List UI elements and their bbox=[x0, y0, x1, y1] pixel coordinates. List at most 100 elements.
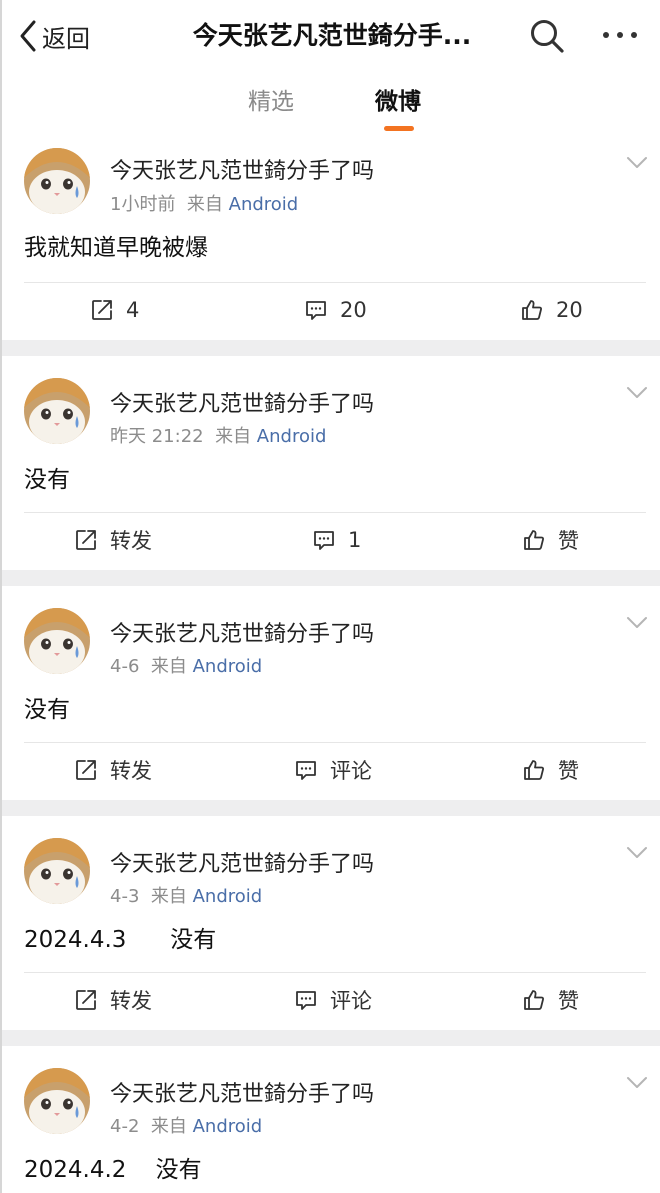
cat-avatar-icon bbox=[24, 1068, 90, 1134]
post-separator bbox=[2, 1030, 660, 1046]
post-time: 昨天 21:22 bbox=[110, 426, 204, 447]
post-meta: 4-3 来自 Android bbox=[110, 882, 262, 908]
chevron-down-icon[interactable] bbox=[626, 156, 648, 170]
repost-icon bbox=[92, 300, 112, 320]
post-text: 没有 bbox=[24, 697, 70, 723]
avatar[interactable] bbox=[24, 1068, 90, 1134]
thumbs-up-icon bbox=[524, 760, 544, 780]
like-label: 20 bbox=[556, 298, 583, 322]
comment-icon bbox=[306, 301, 326, 320]
comment-button[interactable]: 20 bbox=[304, 292, 367, 328]
post-source-prefix: 来自 bbox=[150, 1116, 187, 1137]
post-divider bbox=[24, 972, 646, 973]
post-username[interactable]: 今天张艺凡范世錡分手了吗 bbox=[110, 386, 374, 418]
post-divider bbox=[24, 282, 646, 283]
comment-icon bbox=[296, 991, 316, 1010]
back-button[interactable]: 返回 bbox=[18, 18, 90, 54]
post-separator bbox=[2, 800, 660, 816]
post-username[interactable]: 今天张艺凡范世錡分手了吗 bbox=[110, 1076, 374, 1108]
post-separator bbox=[2, 570, 660, 586]
comment-label: 评论 bbox=[330, 989, 372, 1013]
post-source-prefix: 来自 bbox=[150, 656, 187, 677]
post-source-link[interactable]: Android bbox=[193, 1116, 263, 1137]
post-time: 1小时前 bbox=[110, 194, 176, 215]
post-divider bbox=[24, 512, 646, 513]
comment-label: 20 bbox=[340, 298, 367, 322]
avatar[interactable] bbox=[24, 608, 90, 674]
comment-button[interactable]: 1 bbox=[312, 522, 361, 558]
thumbs-up-icon bbox=[524, 990, 544, 1010]
comment-icon bbox=[314, 531, 334, 550]
post-card[interactable]: 今天张艺凡范世錡分手了吗 4-2 来自 Android 2024.4.2 没有 bbox=[2, 1046, 660, 1193]
thumbs-up-icon bbox=[522, 300, 542, 320]
post-card[interactable]: 今天张艺凡范世錡分手了吗 4-3 来自 Android 2024.4.3 没有 … bbox=[2, 816, 660, 1030]
post-time: 4-3 bbox=[110, 886, 140, 907]
post-source-link[interactable]: Android bbox=[193, 886, 263, 907]
post-meta: 昨天 21:22 来自 Android bbox=[110, 422, 326, 448]
chevron-down-icon[interactable] bbox=[626, 616, 648, 630]
cat-avatar-icon bbox=[24, 838, 90, 904]
repost-icon bbox=[76, 760, 96, 780]
back-label: 返回 bbox=[42, 24, 90, 53]
like-button[interactable]: 赞 bbox=[522, 522, 579, 558]
post-separator bbox=[2, 340, 660, 356]
repost-label: 转发 bbox=[110, 989, 152, 1013]
post-time: 4-6 bbox=[110, 656, 140, 677]
weibo-search-page: 返回 今天张艺凡范世錡分手... 精选 微博 今天张艺凡范世錡分手了吗 1小时前… bbox=[0, 0, 660, 1193]
chevron-left-icon bbox=[20, 20, 36, 52]
post-source-link[interactable]: Android bbox=[257, 426, 327, 447]
post-username[interactable]: 今天张艺凡范世錡分手了吗 bbox=[110, 153, 374, 185]
repost-button[interactable]: 转发 bbox=[74, 982, 152, 1018]
avatar[interactable] bbox=[24, 838, 90, 904]
chevron-down-icon[interactable] bbox=[626, 386, 648, 400]
post-text: 没有 bbox=[24, 467, 70, 493]
chevron-down-icon[interactable] bbox=[626, 1076, 648, 1090]
like-button[interactable]: 赞 bbox=[522, 752, 579, 788]
post-meta: 4-6 来自 Android bbox=[110, 652, 262, 678]
post-time: 4-2 bbox=[110, 1116, 140, 1137]
post-card[interactable]: 今天张艺凡范世錡分手了吗 1小时前 来自 Android 我就知道早晚被爆 4 … bbox=[2, 138, 660, 340]
post-text: 我就知道早晚被爆 bbox=[24, 235, 208, 261]
comment-button[interactable]: 评论 bbox=[294, 752, 372, 788]
like-label: 赞 bbox=[558, 529, 579, 553]
cat-avatar-icon bbox=[24, 608, 90, 674]
post-source-link[interactable]: Android bbox=[229, 194, 299, 215]
nav-bar: 返回 今天张艺凡范世錡分手... bbox=[2, 0, 660, 70]
page-title: 今天张艺凡范世錡分手... bbox=[192, 21, 472, 50]
repost-icon bbox=[76, 990, 96, 1010]
repost-button[interactable]: 转发 bbox=[74, 752, 152, 788]
repost-label: 4 bbox=[126, 298, 140, 322]
cat-avatar-icon bbox=[24, 378, 90, 444]
post-username[interactable]: 今天张艺凡范世錡分手了吗 bbox=[110, 846, 374, 878]
comment-button[interactable]: 评论 bbox=[294, 982, 372, 1018]
like-button[interactable]: 20 bbox=[520, 292, 583, 328]
search-icon[interactable] bbox=[528, 17, 566, 55]
like-button[interactable]: 赞 bbox=[522, 982, 579, 1018]
repost-label: 转发 bbox=[110, 529, 152, 553]
avatar[interactable] bbox=[24, 148, 90, 214]
repost-button[interactable]: 4 bbox=[90, 292, 139, 328]
post-source-prefix: 来自 bbox=[215, 426, 252, 447]
post-username[interactable]: 今天张艺凡范世錡分手了吗 bbox=[110, 616, 374, 648]
like-label: 赞 bbox=[558, 759, 579, 783]
comment-icon bbox=[296, 761, 316, 780]
like-label: 赞 bbox=[558, 989, 579, 1013]
post-source-prefix: 来自 bbox=[150, 886, 187, 907]
tab-featured[interactable]: 精选 bbox=[248, 84, 294, 120]
chevron-down-icon[interactable] bbox=[626, 846, 648, 860]
tab-bar: 精选 微博 bbox=[2, 70, 660, 138]
tab-weibo[interactable]: 微博 bbox=[375, 84, 421, 120]
repost-icon bbox=[76, 530, 96, 550]
post-source-link[interactable]: Android bbox=[193, 656, 263, 677]
avatar[interactable] bbox=[24, 378, 90, 444]
repost-label: 转发 bbox=[110, 759, 152, 783]
post-card[interactable]: 今天张艺凡范世錡分手了吗 4-6 来自 Android 没有 转发 评论 赞 bbox=[2, 586, 660, 800]
post-text: 2024.4.3 没有 bbox=[24, 927, 217, 953]
post-card[interactable]: 今天张艺凡范世錡分手了吗 昨天 21:22 来自 Android 没有 转发 1… bbox=[2, 356, 660, 570]
post-source-prefix: 来自 bbox=[186, 194, 223, 215]
more-dots-icon[interactable] bbox=[600, 24, 640, 46]
repost-button[interactable]: 转发 bbox=[74, 522, 152, 558]
active-tab-indicator bbox=[384, 126, 414, 131]
comment-label: 1 bbox=[348, 528, 362, 552]
post-divider bbox=[24, 742, 646, 743]
